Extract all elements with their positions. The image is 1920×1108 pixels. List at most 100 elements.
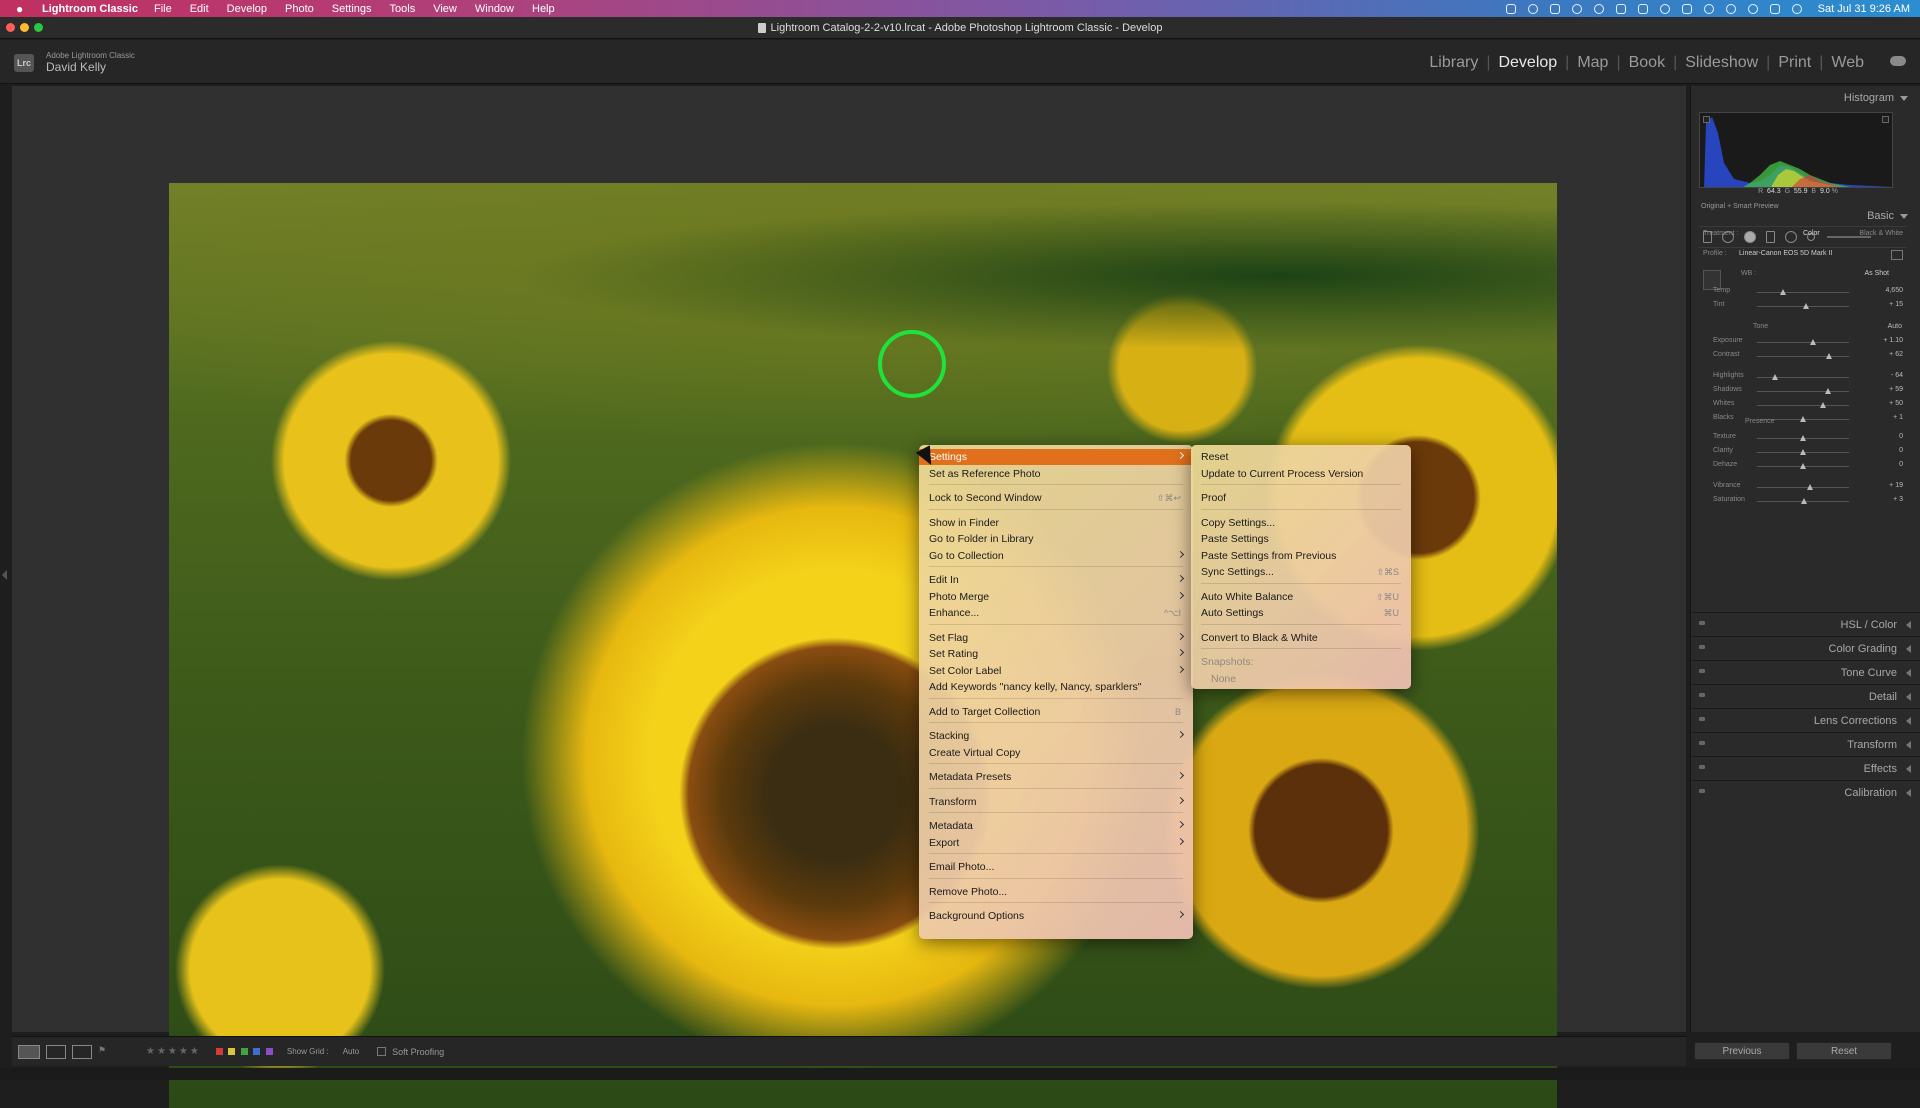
menu-item-enhance[interactable]: Enhance... ^⌥I (919, 605, 1193, 621)
highlights-slider-handle[interactable] (1772, 374, 1779, 380)
cloud-sync-icon[interactable] (1890, 56, 1906, 66)
image-stage[interactable] (12, 86, 1686, 1108)
panel-effects[interactable]: Effects (1691, 756, 1920, 780)
expand-triangle-icon[interactable] (1906, 765, 1911, 773)
menu-item-add-keywords-nancy-kelly-nancy-sparklers[interactable]: Add Keywords "nancy kelly, Nancy, sparkl… (919, 679, 1193, 695)
exposure-value[interactable]: + 1.10 (1883, 337, 1903, 344)
tint-value[interactable]: + 15 (1889, 301, 1903, 308)
screen-icon[interactable] (1505, 3, 1516, 14)
module-map[interactable]: Map (1569, 54, 1616, 72)
profile-browser-icon[interactable] (1891, 250, 1903, 260)
control-center-icon[interactable] (1769, 3, 1780, 14)
module-web[interactable]: Web (1823, 54, 1872, 72)
clarity-value[interactable]: 0 (1899, 447, 1903, 454)
previous-button[interactable]: Previous (1694, 1042, 1790, 1060)
whites-value[interactable]: + 50 (1889, 400, 1903, 407)
expand-triangle-icon[interactable] (1906, 717, 1911, 725)
search-icon[interactable] (1725, 3, 1736, 14)
menu-photo[interactable]: Photo (285, 3, 314, 15)
menu-item-lock-to-second-window[interactable]: Lock to Second Window ⇧⌘↩ (919, 490, 1193, 506)
expand-triangle-icon[interactable] (1906, 621, 1911, 629)
loupe-view-icon[interactable] (18, 1044, 40, 1059)
menu-item-set-color-label[interactable]: Set Color Label (919, 663, 1193, 679)
menu-edit[interactable]: Edit (190, 3, 209, 15)
app-menu[interactable]: Lightroom Classic (42, 3, 138, 15)
collapse-triangle-icon[interactable] (1900, 213, 1908, 219)
highlights-slider[interactable] (1757, 377, 1849, 378)
highlight-clipping-icon[interactable] (1882, 116, 1889, 123)
highlights-value[interactable]: - 64 (1891, 372, 1903, 379)
tint-slider-handle[interactable] (1802, 303, 1809, 309)
whites-slider[interactable] (1757, 405, 1849, 406)
contrast-slider-handle[interactable] (1825, 353, 1832, 359)
temp-value[interactable]: 4,650 (1885, 287, 1903, 294)
wb-dropdown[interactable]: As Shot (1864, 270, 1889, 277)
menu-item-settings[interactable]: Settings (919, 449, 1193, 465)
fullscreen-window-button[interactable] (34, 23, 43, 32)
grid-auto-dropdown[interactable]: Auto (343, 1047, 359, 1056)
blacks-value[interactable]: + 1 (1893, 414, 1903, 421)
panel-hsl-color[interactable]: HSL / Color (1691, 612, 1920, 636)
expand-triangle-icon[interactable] (1906, 741, 1911, 749)
filmstrip-collapsed[interactable] (0, 1068, 1920, 1080)
menu-item-reset[interactable]: Reset (1191, 449, 1411, 465)
treatment-color[interactable]: Color (1803, 230, 1820, 237)
panel-transform[interactable]: Transform (1691, 732, 1920, 756)
menu-item-go-to-collection[interactable]: Go to Collection (919, 548, 1193, 564)
shadows-value[interactable]: + 59 (1889, 386, 1903, 393)
panel-calibration[interactable]: Calibration (1691, 780, 1920, 804)
saturation-slider-handle[interactable] (1800, 498, 1807, 504)
panel-color-grading[interactable]: Color Grading (1691, 636, 1920, 660)
menu-item-edit-in[interactable]: Edit In (919, 572, 1193, 588)
panel-switch-icon[interactable] (1699, 645, 1705, 649)
temp-slider[interactable] (1757, 292, 1849, 293)
menu-window[interactable]: Window (475, 3, 514, 15)
menu-settings[interactable]: Settings (332, 3, 372, 15)
bluetooth-icon[interactable] (1637, 3, 1648, 14)
apple-menu-icon[interactable]: ● (16, 2, 30, 16)
dehaze-slider-handle[interactable] (1800, 463, 1806, 469)
menu-item-set-flag[interactable]: Set Flag (919, 630, 1193, 646)
purple-label-icon[interactable] (265, 1047, 273, 1055)
module-library[interactable]: Library (1421, 54, 1486, 72)
menu-item-add-to-target-collection[interactable]: Add to Target Collection B (919, 704, 1193, 720)
siri-icon[interactable] (1791, 3, 1802, 14)
green-label-icon[interactable] (240, 1047, 248, 1055)
menu-item-background-options[interactable]: Background Options (919, 908, 1193, 924)
yy-view-icon[interactable] (72, 1044, 92, 1059)
temp-slider-handle[interactable] (1779, 289, 1786, 295)
identity-plate[interactable]: Adobe Lightroom Classic David Kelly (46, 51, 135, 74)
dropbox-icon[interactable] (1549, 3, 1560, 14)
time-machine-icon[interactable] (1703, 3, 1714, 14)
menu-bar-clock[interactable]: Sat Jul 31 9:26 AM (1818, 3, 1910, 15)
menu-item-set-as-reference-photo[interactable]: Set as Reference Photo (919, 466, 1193, 482)
module-develop[interactable]: Develop (1490, 54, 1565, 72)
battery-icon[interactable] (1681, 3, 1692, 14)
menu-item-paste-settings[interactable]: Paste Settings (1191, 531, 1411, 547)
panel-switch-icon[interactable] (1699, 717, 1705, 721)
creative-cloud-icon[interactable] (1527, 3, 1538, 14)
menu-item-create-virtual-copy[interactable]: Create Virtual Copy (919, 745, 1193, 761)
expand-triangle-icon[interactable] (1906, 669, 1911, 677)
menu-item-sync-settings[interactable]: Sync Settings... ⇧⌘S (1191, 564, 1411, 580)
menu-item-metadata-presets[interactable]: Metadata Presets (919, 769, 1193, 785)
whites-slider-handle[interactable] (1820, 402, 1827, 408)
module-print[interactable]: Print (1770, 54, 1819, 72)
minimize-window-button[interactable] (20, 23, 29, 32)
clarity-slider-handle[interactable] (1800, 449, 1806, 455)
red-label-icon[interactable] (215, 1047, 223, 1055)
volume-icon[interactable] (1615, 3, 1626, 14)
panel-switch-icon[interactable] (1699, 693, 1705, 697)
contrast-value[interactable]: + 62 (1889, 351, 1903, 358)
shadows-slider-handle[interactable] (1824, 388, 1831, 394)
menu-help[interactable]: Help (532, 3, 555, 15)
menu-item-set-rating[interactable]: Set Rating (919, 646, 1193, 662)
before-after-icon[interactable] (46, 1044, 66, 1059)
saturation-value[interactable]: + 3 (1893, 496, 1903, 503)
contrast-slider[interactable] (1757, 356, 1849, 357)
panel-switch-icon[interactable] (1699, 765, 1705, 769)
menu-tools[interactable]: Tools (390, 3, 416, 15)
collapse-triangle-icon[interactable] (1900, 95, 1908, 101)
menu-view[interactable]: View (433, 3, 457, 15)
menu-item-metadata[interactable]: Metadata (919, 818, 1193, 834)
